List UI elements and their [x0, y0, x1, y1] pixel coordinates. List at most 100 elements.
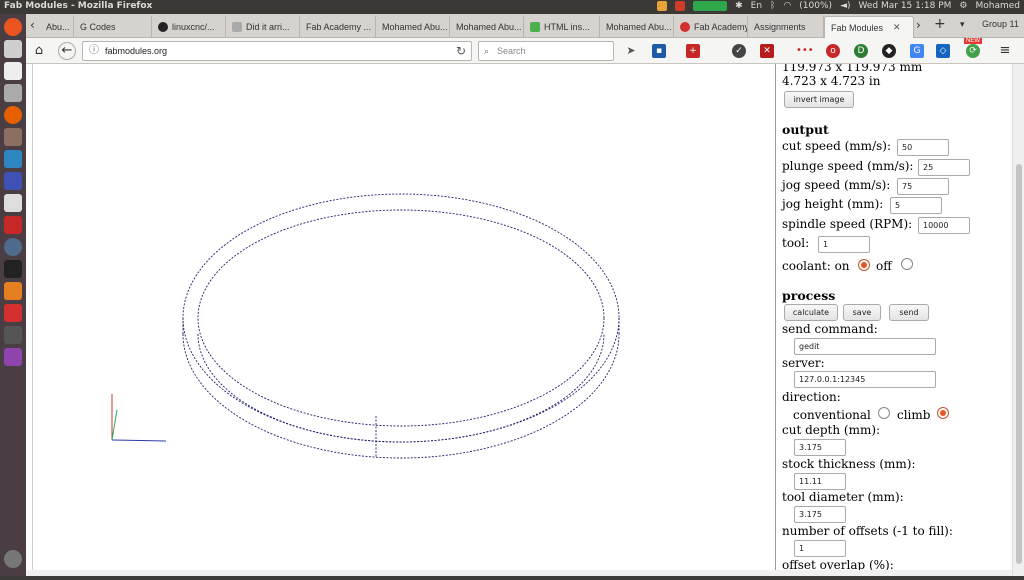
vlc-icon[interactable] [657, 1, 668, 11]
horizontal-scrollbar[interactable] [26, 570, 1012, 576]
scrollbar-thumb[interactable] [1016, 164, 1022, 564]
app-icon-dark[interactable] [4, 326, 22, 344]
tab-5[interactable]: Fab Academy ... [300, 16, 376, 38]
more-icon[interactable]: ••• [796, 44, 814, 58]
save-button[interactable]: save [843, 304, 881, 321]
new-badge: NEW [964, 38, 982, 44]
tab-8[interactable]: HTML ins... [524, 16, 600, 38]
tool-input[interactable]: 1 [818, 236, 870, 253]
updater-icon[interactable] [4, 238, 22, 256]
app-icon-red[interactable] [4, 304, 22, 322]
invert-image-button[interactable]: invert image [784, 91, 854, 108]
jog-speed-label: jog speed (mm/s): [782, 178, 891, 192]
translate-icon[interactable]: G [910, 44, 924, 58]
send-command-input[interactable]: gedit [794, 338, 936, 355]
spindle-speed-label: spindle speed (RPM): [782, 217, 913, 231]
spindle-speed-input[interactable]: 10000 [918, 217, 970, 234]
calculate-button[interactable]: calculate [784, 304, 838, 321]
new-tab-icon[interactable]: + [934, 16, 946, 32]
tab-strip: ‹ Abu... G Codes linuxcnc/... Did it arr… [26, 14, 1024, 38]
mail-icon[interactable] [675, 1, 686, 11]
tab-6[interactable]: Mohamed Abu... [376, 16, 450, 38]
tab-9[interactable]: Mohamed Abu... [600, 16, 674, 38]
climb-radio[interactable] [937, 407, 949, 419]
gear-icon[interactable]: ⚙ [959, 1, 967, 11]
send-button[interactable]: send [889, 304, 929, 321]
pocket-icon[interactable]: ✓ [732, 44, 746, 58]
search-icon: ⌕ [484, 46, 490, 56]
reload-icon[interactable]: ↻ [450, 41, 472, 61]
tab-list-icon[interactable]: ▾ [960, 20, 965, 30]
jog-height-input[interactable]: 5 [890, 197, 942, 214]
stock-thickness-input[interactable]: 11.11 [794, 473, 846, 490]
coolant-off-radio[interactable] [901, 258, 913, 270]
terminal-icon[interactable] [4, 260, 22, 278]
offsets-input[interactable]: 1 [794, 540, 846, 557]
tab-4[interactable]: Did it arri... [226, 16, 300, 38]
cut-speed-input[interactable]: 50 [897, 139, 949, 156]
tab-fab-modules[interactable]: Fab Modules ✕ [824, 16, 914, 38]
send-icon[interactable]: ➤ [624, 44, 638, 58]
wifi-icon[interactable]: ◠ [783, 1, 791, 11]
tab-7[interactable]: Mohamed Abu... [450, 16, 524, 38]
tab-1[interactable]: Abu... [40, 16, 74, 38]
close-tab-icon[interactable]: ✕ [893, 22, 901, 33]
tab-3[interactable]: linuxcnc/... [152, 16, 226, 38]
vlc-launcher-icon[interactable] [4, 282, 22, 300]
new-ext-icon[interactable]: ⟳ [966, 44, 980, 58]
conventional-radio[interactable] [878, 407, 890, 419]
volume-icon[interactable]: ◄) [840, 1, 850, 11]
window-title: Fab Modules - Mozilla Firefox [4, 1, 153, 11]
menu-icon[interactable]: ≡ [998, 44, 1012, 58]
dash-icon[interactable] [4, 18, 22, 36]
url-text: fabmodules.org [105, 46, 168, 56]
indicator-icon[interactable] [693, 1, 728, 11]
user-name[interactable]: Mohamed [975, 1, 1020, 11]
server-input[interactable]: 127.0.0.1:12345 [794, 371, 936, 388]
back-icon[interactable]: ← [58, 42, 76, 60]
code-icon[interactable] [4, 172, 22, 190]
conventional-label: conventional [793, 408, 871, 422]
tab-group-label[interactable]: Group 11 [982, 19, 1019, 29]
tab-10[interactable]: Fab Academy ... [674, 16, 748, 38]
firstaid-icon[interactable]: + [686, 44, 700, 58]
text-editor-icon[interactable] [4, 62, 22, 80]
ublock-icon[interactable]: o [826, 44, 840, 58]
toolpath-canvas[interactable] [32, 64, 774, 576]
tab-2[interactable]: G Codes [74, 16, 152, 38]
document-icon[interactable] [4, 194, 22, 212]
vertical-scrollbar[interactable] [1012, 64, 1024, 576]
plunge-speed-input[interactable]: 25 [918, 159, 970, 176]
cut-depth-input[interactable]: 3.175 [794, 439, 846, 456]
send-command-label: send command: [782, 322, 878, 336]
bluetooth-icon[interactable]: ᛒ [770, 1, 775, 11]
language-indicator[interactable]: En [751, 1, 762, 11]
archive-icon[interactable] [4, 128, 22, 146]
tool-diameter-input[interactable]: 3.175 [794, 506, 846, 523]
app-icon-purple[interactable] [4, 348, 22, 366]
url-bar[interactable]: ⓘ fabmodules.org [82, 41, 472, 61]
extension-icon[interactable]: ◆ [882, 44, 896, 58]
jog-speed-input[interactable]: 75 [897, 178, 949, 195]
clock[interactable]: Wed Mar 15 1:18 PM [859, 1, 952, 11]
info-icon[interactable]: ⓘ [89, 42, 99, 60]
battery-indicator[interactable]: (100%) [799, 1, 832, 11]
search-input[interactable]: ⌕ Search [478, 41, 614, 61]
files-icon[interactable] [4, 40, 22, 58]
trash-icon[interactable] [4, 550, 22, 568]
save-icon[interactable]: ▪ [652, 44, 666, 58]
dropbox-ext-icon[interactable]: ◇ [936, 44, 950, 58]
kodi-icon[interactable] [4, 150, 22, 168]
screenshot-icon[interactable]: ✕ [760, 44, 774, 58]
coolant-on-radio[interactable] [858, 259, 870, 271]
firefox-icon[interactable] [4, 106, 22, 124]
dropbox-icon[interactable]: ✱ [735, 1, 743, 11]
toolpath-svg [111, 193, 620, 459]
tab-11[interactable]: Assignments [748, 16, 824, 38]
filezilla-icon[interactable] [4, 216, 22, 234]
disk-icon[interactable] [4, 84, 22, 102]
tab-scroll-left-icon[interactable]: ‹ [30, 18, 35, 32]
d-icon[interactable]: D [854, 44, 868, 58]
tab-scroll-right-icon[interactable]: › [916, 18, 921, 32]
home-icon[interactable]: ⌂ [30, 42, 48, 60]
